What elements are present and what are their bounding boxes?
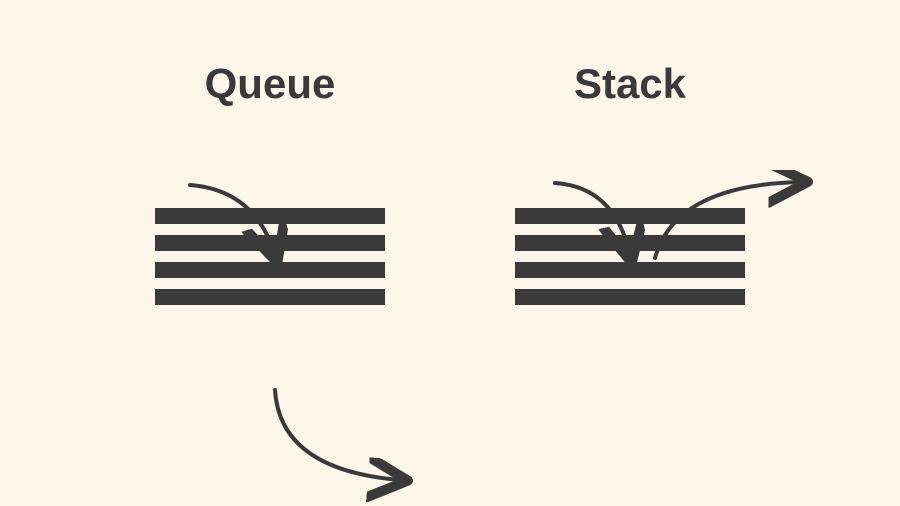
diagram-container: Queue Stack bbox=[0, 0, 900, 305]
queue-bar bbox=[155, 208, 385, 224]
stack-title: Stack bbox=[574, 60, 686, 108]
queue-bars bbox=[155, 208, 385, 305]
stack-bar bbox=[515, 235, 745, 251]
queue-output-arrow-icon bbox=[260, 385, 450, 505]
stack-bar bbox=[515, 289, 745, 305]
queue-bar bbox=[155, 289, 385, 305]
queue-bar bbox=[155, 262, 385, 278]
queue-bar bbox=[155, 235, 385, 251]
stack-structure: Stack bbox=[515, 60, 745, 305]
queue-title: Queue bbox=[205, 60, 336, 108]
stack-bars bbox=[515, 208, 745, 305]
stack-bar bbox=[515, 208, 745, 224]
stack-bar bbox=[515, 262, 745, 278]
queue-structure: Queue bbox=[155, 60, 385, 305]
